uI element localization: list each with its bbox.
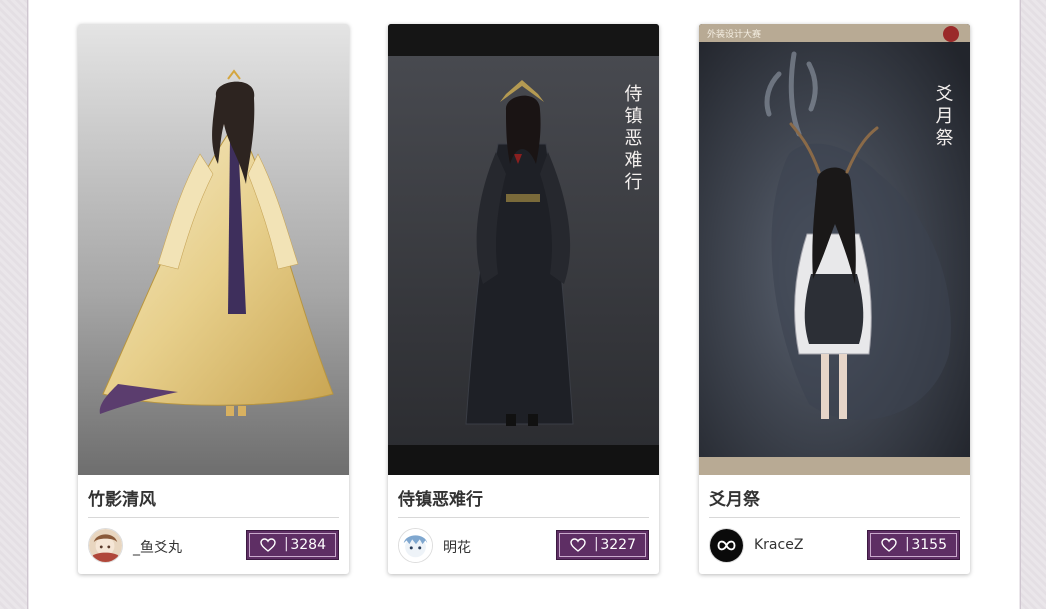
divider <box>88 517 339 518</box>
entry-title[interactable]: 爻月祭 <box>709 485 760 510</box>
divider <box>709 517 960 518</box>
left-frame-border <box>0 0 28 609</box>
entry-image[interactable]: 侍镇恶难行 <box>388 24 659 475</box>
author-avatar[interactable] <box>709 528 744 563</box>
image-caption: 爻月祭 <box>933 84 954 150</box>
like-count: 3227 <box>600 537 636 553</box>
author-avatar[interactable] <box>88 528 123 563</box>
entry-image[interactable] <box>78 24 349 475</box>
heart-icon <box>260 538 276 552</box>
like-button[interactable]: | 3227 <box>556 530 649 560</box>
like-button[interactable]: | 3284 <box>246 530 339 560</box>
entry-image[interactable]: 外装设计大赛 爻月祭 <box>699 24 970 475</box>
image-banner: 外装设计大赛 <box>707 28 761 40</box>
like-separator: | <box>284 536 289 552</box>
like-separator: | <box>905 536 910 552</box>
author-avatar[interactable] <box>398 528 433 563</box>
author-name[interactable]: KraceZ <box>754 537 803 553</box>
image-caption: 侍镇恶难行 <box>622 84 643 194</box>
like-count: 3155 <box>911 537 947 553</box>
author-name[interactable]: _鱼爻丸 <box>133 537 182 557</box>
like-separator: | <box>594 536 599 552</box>
divider <box>398 517 649 518</box>
right-frame-border <box>1020 0 1046 609</box>
entry-card[interactable]: 侍镇恶难行 侍镇恶难行 明花 | 3227 <box>388 24 659 574</box>
like-count: 3284 <box>290 537 326 553</box>
heart-icon <box>570 538 586 552</box>
entry-card[interactable]: 外装设计大赛 爻月祭 爻月祭 KraceZ | 3155 <box>699 24 970 574</box>
author-name[interactable]: 明花 <box>443 537 471 557</box>
entry-title[interactable]: 侍镇恶难行 <box>398 485 483 510</box>
gallery-panel: 竹影清风 _鱼爻丸 | 3284 侍镇恶难行 侍镇恶难行 明花 | 3227 外… <box>29 0 1019 609</box>
heart-icon <box>881 538 897 552</box>
entry-card[interactable]: 竹影清风 _鱼爻丸 | 3284 <box>78 24 349 574</box>
like-button[interactable]: | 3155 <box>867 530 960 560</box>
entry-title[interactable]: 竹影清风 <box>88 485 156 510</box>
